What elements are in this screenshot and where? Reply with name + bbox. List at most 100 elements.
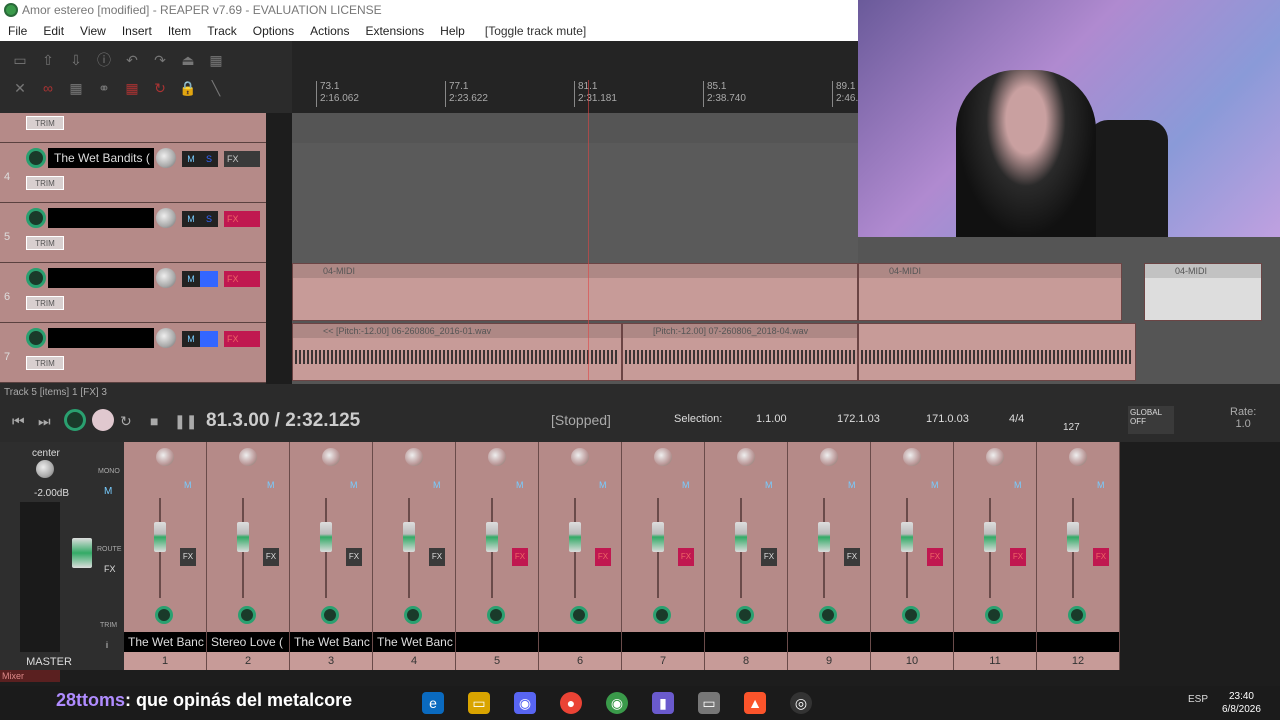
- edge-icon[interactable]: e: [422, 692, 444, 714]
- ripple-icon[interactable]: ✕: [10, 79, 30, 97]
- tempo-bpm[interactable]: 127: [1063, 422, 1080, 433]
- repeat-icon[interactable]: ↻: [120, 413, 132, 430]
- mute-button[interactable]: M: [765, 480, 775, 490]
- brave-icon[interactable]: ▲: [744, 692, 766, 714]
- record-arm-icon[interactable]: [736, 606, 754, 624]
- mixer-tab[interactable]: Mixer: [0, 670, 60, 682]
- track-name[interactable]: [48, 268, 154, 288]
- mute-button[interactable]: M: [433, 480, 443, 490]
- fx-button[interactable]: FX: [1093, 548, 1109, 566]
- volume-fader[interactable]: [154, 522, 166, 552]
- mixer-strip[interactable]: M FX 10: [871, 442, 954, 670]
- trim-button[interactable]: TRIM: [26, 116, 64, 130]
- mixer-strip[interactable]: M FX The Wet Banc 4: [373, 442, 456, 670]
- record-arm-icon[interactable]: [26, 328, 46, 348]
- discord-icon[interactable]: ◉: [514, 692, 536, 714]
- fx-button[interactable]: FX: [429, 548, 445, 566]
- master-fader[interactable]: [72, 538, 92, 568]
- strip-name[interactable]: The Wet Banc: [124, 632, 206, 652]
- strip-name[interactable]: The Wet Banc: [290, 632, 372, 652]
- mute-solo-buttons[interactable]: MS: [182, 211, 218, 227]
- global-automation-button[interactable]: GLOBAL OFF: [1128, 406, 1174, 434]
- record-button[interactable]: [64, 409, 86, 431]
- pan-knob[interactable]: [737, 448, 755, 466]
- fx-button[interactable]: FX: [761, 548, 777, 566]
- volume-fader[interactable]: [901, 522, 913, 552]
- menu-help[interactable]: Help: [440, 24, 465, 38]
- mute-button[interactable]: M: [1097, 480, 1107, 490]
- volume-fader[interactable]: [984, 522, 996, 552]
- strip-name[interactable]: [788, 632, 870, 652]
- open-project-icon[interactable]: ⇧: [38, 51, 58, 69]
- strip-name[interactable]: The Wet Banc: [373, 632, 455, 652]
- strip-name[interactable]: Stereo Love (: [207, 632, 289, 652]
- timeline-ruler[interactable]: 73.12:16.062 77.12:23.622 81.12:31.181 8…: [292, 41, 858, 113]
- selection-end[interactable]: 172.1.03: [837, 413, 880, 425]
- go-to-start-icon[interactable]: ⏮: [12, 413, 25, 430]
- record-arm-icon[interactable]: [26, 208, 46, 228]
- volume-fader[interactable]: [818, 522, 830, 552]
- fx-button[interactable]: FX: [927, 548, 943, 566]
- envelope-icon[interactable]: ╲: [206, 79, 226, 97]
- link-icon[interactable]: ⚭: [94, 79, 114, 97]
- loop-icon[interactable]: ↻: [150, 79, 170, 97]
- mixer-strip[interactable]: M FX 11: [954, 442, 1037, 670]
- new-project-icon[interactable]: ▭: [10, 51, 30, 69]
- menu-track[interactable]: Track: [207, 24, 237, 38]
- mixer-strip[interactable]: M FX 6: [539, 442, 622, 670]
- mute-button[interactable]: M: [1014, 480, 1024, 490]
- pan-knob[interactable]: [820, 448, 838, 466]
- time-signature[interactable]: 4/4: [1009, 413, 1024, 425]
- track-7[interactable]: 7 MS FX TRIM: [0, 323, 266, 383]
- record-arm-icon[interactable]: [819, 606, 837, 624]
- midi-item-selected[interactable]: 04-MIDI: [1144, 263, 1262, 321]
- route-button[interactable]: ROUTE: [97, 546, 122, 553]
- app-icon[interactable]: ▭: [698, 692, 720, 714]
- track-6[interactable]: 6 MS FX TRIM: [0, 263, 266, 323]
- auto-crossfade-icon[interactable]: ∞: [38, 79, 58, 97]
- snap-grid-icon[interactable]: ▦: [66, 79, 86, 97]
- mixer-strip[interactable]: M FX 9: [788, 442, 871, 670]
- mixer-strip[interactable]: M FX The Wet Banc 1: [124, 442, 207, 670]
- reaper-icon[interactable]: ◉: [606, 692, 628, 714]
- pan-knob[interactable]: [1069, 448, 1087, 466]
- go-to-end-icon[interactable]: ⏭: [38, 413, 51, 430]
- fx-button[interactable]: FX: [678, 548, 694, 566]
- pan-knob[interactable]: [405, 448, 423, 466]
- volume-fader[interactable]: [735, 522, 747, 552]
- volume-fader[interactable]: [486, 522, 498, 552]
- pan-knob[interactable]: [903, 448, 921, 466]
- taskbar-clock[interactable]: 23:40 6/8/2026: [1222, 690, 1261, 716]
- pan-knob[interactable]: [488, 448, 506, 466]
- strip-name[interactable]: [539, 632, 621, 652]
- master-mute[interactable]: M: [104, 486, 112, 497]
- volume-fader[interactable]: [403, 522, 415, 552]
- project-settings-icon[interactable]: ⓘ: [94, 51, 114, 69]
- grid-toggle-icon[interactable]: ▦: [206, 51, 226, 69]
- arrange-view[interactable]: 04-MIDI << [Pitch:-12.00] 06-260806_2016…: [292, 113, 858, 384]
- audio-item[interactable]: << [Pitch:-12.00] 06-260806_2016-01.wav: [292, 323, 622, 381]
- strip-name[interactable]: [954, 632, 1036, 652]
- fx-button[interactable]: FX: [180, 548, 196, 566]
- fx-button[interactable]: FX: [224, 211, 260, 227]
- mixer-strip[interactable]: M FX 12: [1037, 442, 1120, 670]
- fx-button[interactable]: FX: [595, 548, 611, 566]
- master-trim-button[interactable]: TRIM: [100, 622, 117, 629]
- fx-button[interactable]: FX: [844, 548, 860, 566]
- volume-knob[interactable]: [156, 328, 176, 348]
- mute-button[interactable]: M: [848, 480, 858, 490]
- audio-item[interactable]: [Pitch:-12.00] 07-260806_2018-04.wav: [622, 323, 858, 381]
- volume-knob[interactable]: [156, 148, 176, 168]
- volume-fader[interactable]: [320, 522, 332, 552]
- undo-icon[interactable]: ↶: [122, 51, 142, 69]
- mute-button[interactable]: M: [931, 480, 941, 490]
- fx-button[interactable]: FX: [224, 331, 260, 347]
- master-pan-knob[interactable]: [36, 460, 54, 478]
- fx-button[interactable]: FX: [224, 271, 260, 287]
- pan-knob[interactable]: [986, 448, 1004, 466]
- record-arm-icon[interactable]: [321, 606, 339, 624]
- menu-edit[interactable]: Edit: [43, 24, 64, 38]
- mute-button[interactable]: M: [184, 480, 194, 490]
- pause-icon[interactable]: ❚❚: [174, 413, 197, 430]
- pan-knob[interactable]: [239, 448, 257, 466]
